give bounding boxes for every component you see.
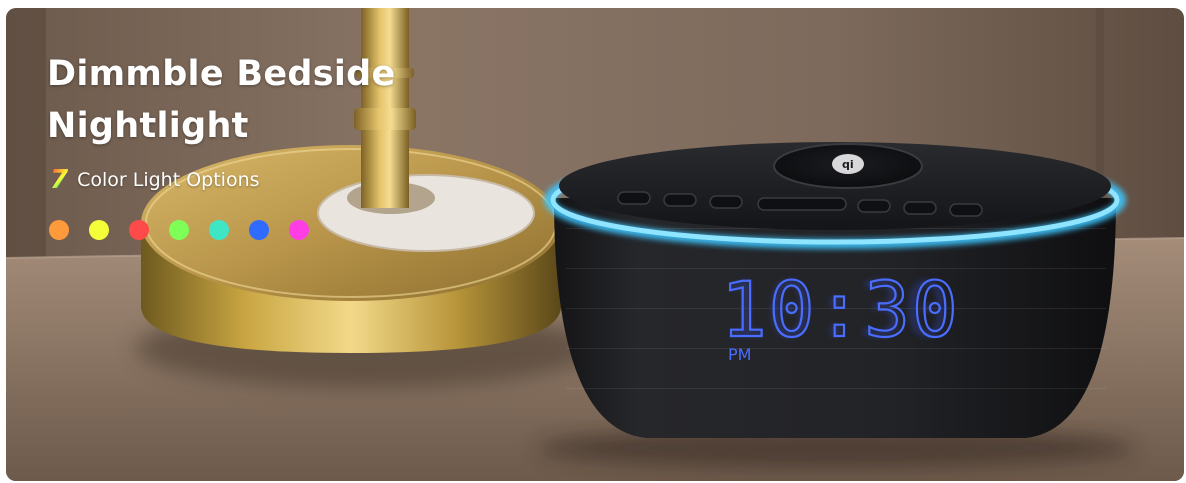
svg-text:10:30: 10:30: [721, 265, 960, 354]
svg-text:PM: PM: [728, 345, 751, 364]
product-photo: qi 10:30 10:30 PM: [6, 8, 1184, 481]
svg-text:qi: qi: [842, 158, 854, 171]
product-banner: qi 10:30 10:30 PM Dimmble Bedside Nightl…: [6, 8, 1184, 481]
